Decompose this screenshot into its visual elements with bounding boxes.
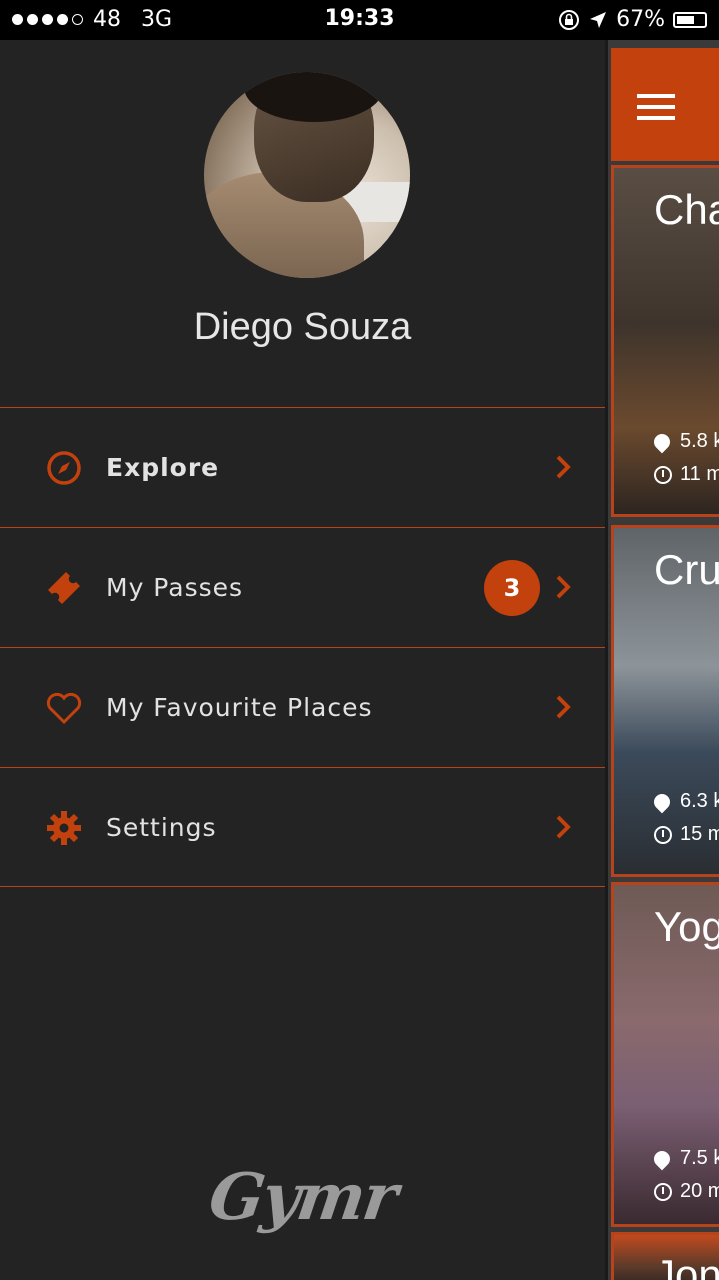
gym-card-time: 20 m [654, 1180, 719, 1203]
menu-item-explore[interactable]: Explore [0, 407, 605, 527]
gym-card-time: 15 m [654, 823, 719, 846]
menu-label-settings: Settings [106, 812, 217, 842]
gym-card-title: Jon [654, 1251, 719, 1280]
avatar[interactable] [204, 72, 410, 278]
menu-item-my-passes[interactable]: My Passes 3 [0, 527, 605, 647]
gym-card[interactable]: Jon [611, 1232, 719, 1280]
menu-item-favourite-places[interactable]: My Favourite Places [0, 647, 605, 767]
gym-card[interactable]: Cha 5.8 k 11 m [611, 165, 719, 517]
location-pin-icon [650, 430, 674, 454]
gymr-logo: Gymr [204, 1160, 401, 1235]
passes-count-badge: 3 [484, 560, 540, 616]
main-content-peek: Cha 5.8 k 11 m Cru 6.3 k 15 m Yog 7.5 k … [605, 40, 719, 1280]
gym-card-distance: 7.5 k [650, 1147, 719, 1171]
clock-icon [654, 1182, 672, 1201]
status-right: 67% [558, 7, 707, 32]
navigation-drawer: Diego Souza Explore My Passes 3 My Favou… [0, 40, 605, 1280]
gym-card-title: Cru [654, 546, 719, 593]
gym-card-distance: 6.3 k [650, 790, 719, 814]
user-name: Diego Souza [193, 306, 412, 348]
location-pin-icon [650, 1147, 674, 1171]
gym-card-time: 11 m [654, 463, 719, 486]
menu-label-favourite-places: My Favourite Places [106, 693, 373, 722]
clock-icon [654, 825, 672, 844]
gear-icon [47, 811, 81, 845]
menu-label-my-passes: My Passes [106, 573, 244, 602]
hamburger-menu-icon[interactable] [637, 94, 675, 127]
heart-icon [46, 692, 82, 725]
location-arrow-icon [590, 11, 607, 28]
chevron-right-icon [556, 815, 571, 839]
ticket-icon [48, 572, 80, 604]
gym-card-title: Cha [654, 186, 719, 233]
app-bar [611, 48, 719, 161]
gym-card[interactable]: Yog 7.5 k 20 m [611, 882, 719, 1227]
compass-icon [47, 451, 81, 485]
gym-card-title: Yog [654, 903, 719, 950]
status-bar: 48 3G 19:33 67% [0, 0, 719, 40]
gym-card[interactable]: Cru 6.3 k 15 m [611, 525, 719, 877]
rotation-lock-icon [559, 9, 580, 30]
location-pin-icon [650, 790, 674, 814]
battery-percent: 67% [616, 7, 665, 32]
chevron-right-icon [556, 695, 571, 719]
drawer-menu: Explore My Passes 3 My Favourite Places [0, 407, 605, 887]
battery-icon [673, 11, 707, 28]
menu-item-settings[interactable]: Settings [0, 767, 605, 887]
gym-card-distance: 5.8 k [650, 430, 719, 454]
chevron-right-icon [556, 575, 571, 599]
clock-icon [654, 465, 672, 484]
menu-label-explore: Explore [106, 453, 220, 482]
chevron-right-icon [556, 455, 571, 479]
